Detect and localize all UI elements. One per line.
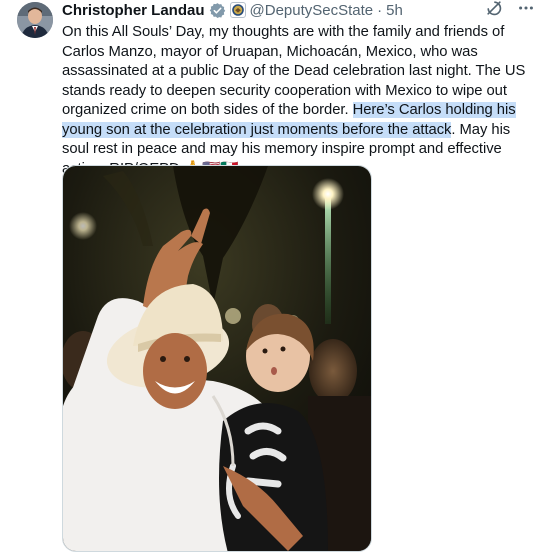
author-name[interactable]: Christopher Landau — [62, 2, 205, 19]
man-in-white-cowboy-hat-holding-child-pointing-up-photo — [63, 166, 371, 551]
tweet-header: Christopher Landau @DeputySecState · 5h — [62, 1, 403, 19]
more-options-icon[interactable] — [517, 0, 535, 22]
author-avatar[interactable] — [17, 2, 53, 38]
grok-icon[interactable] — [485, 0, 503, 22]
timestamp[interactable]: 5h — [386, 2, 403, 19]
author-handle[interactable]: @DeputySecState — [250, 2, 374, 19]
us-state-department-seal-icon[interactable] — [229, 2, 246, 18]
tweet-photo[interactable] — [62, 165, 372, 552]
separator-dot: · — [377, 1, 383, 19]
tweet-text: On this All Souls’ Day, my thoughts are … — [62, 23, 540, 179]
avatar-portrait-icon — [17, 2, 53, 38]
gray-verified-badge-icon[interactable] — [209, 2, 226, 19]
header-actions — [485, 0, 535, 20]
